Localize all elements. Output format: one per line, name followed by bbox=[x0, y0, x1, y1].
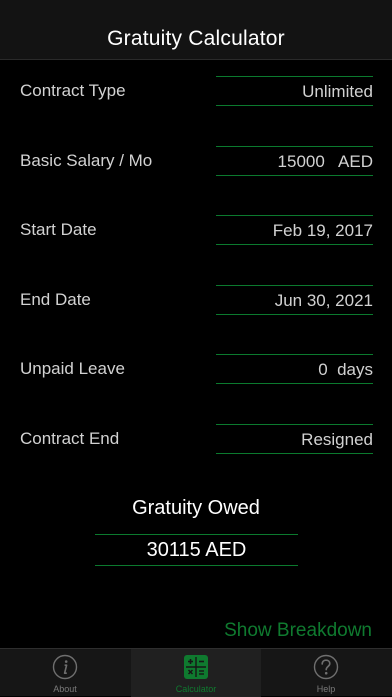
tab-calculator[interactable]: Calculator bbox=[131, 649, 261, 697]
contract-end-row: Contract End Resigned bbox=[0, 424, 392, 456]
start-date-row: Start Date Feb 19, 2017 bbox=[0, 215, 392, 247]
tab-calculator-label: Calculator bbox=[175, 684, 217, 694]
nav-bar: Gratuity Calculator bbox=[0, 0, 392, 60]
contract-end-field[interactable]: Resigned bbox=[216, 424, 373, 454]
contract-type-field[interactable]: Unlimited bbox=[216, 76, 373, 106]
tab-help[interactable]: Help bbox=[261, 649, 391, 697]
contract-type-row: Contract Type Unlimited bbox=[0, 76, 392, 108]
tab-about-label: About bbox=[53, 684, 77, 694]
basic-salary-row: Basic Salary / Mo 15000 AED bbox=[0, 146, 392, 178]
end-date-label: End Date bbox=[20, 290, 91, 309]
basic-salary-field[interactable]: 15000 AED bbox=[216, 146, 373, 176]
tab-about[interactable]: About bbox=[0, 649, 130, 697]
unpaid-leave-row: Unpaid Leave 0 days bbox=[0, 354, 392, 386]
end-date-row: End Date Jun 30, 2021 bbox=[0, 285, 392, 317]
start-date-label: Start Date bbox=[20, 220, 97, 239]
end-date-field[interactable]: Jun 30, 2021 bbox=[216, 285, 373, 315]
help-icon bbox=[313, 654, 339, 680]
start-date-field[interactable]: Feb 19, 2017 bbox=[216, 215, 373, 245]
page-title: Gratuity Calculator bbox=[107, 27, 285, 50]
contract-type-label: Contract Type bbox=[20, 81, 126, 100]
contract-end-label: Contract End bbox=[20, 429, 120, 448]
gratuity-owed-title: Gratuity Owed bbox=[132, 497, 260, 519]
calculator-icon bbox=[184, 655, 208, 679]
basic-salary-label: Basic Salary / Mo bbox=[20, 151, 153, 170]
tab-bar: About Calculator Help bbox=[0, 648, 392, 697]
show-breakdown-link[interactable]: Show Breakdown bbox=[224, 620, 372, 642]
unpaid-leave-label: Unpaid Leave bbox=[20, 359, 125, 378]
tab-help-label: Help bbox=[316, 684, 336, 694]
info-icon bbox=[52, 654, 78, 680]
unpaid-leave-field[interactable]: 0 days bbox=[216, 354, 373, 384]
gratuity-owed-value: 30115 AED bbox=[95, 534, 298, 566]
